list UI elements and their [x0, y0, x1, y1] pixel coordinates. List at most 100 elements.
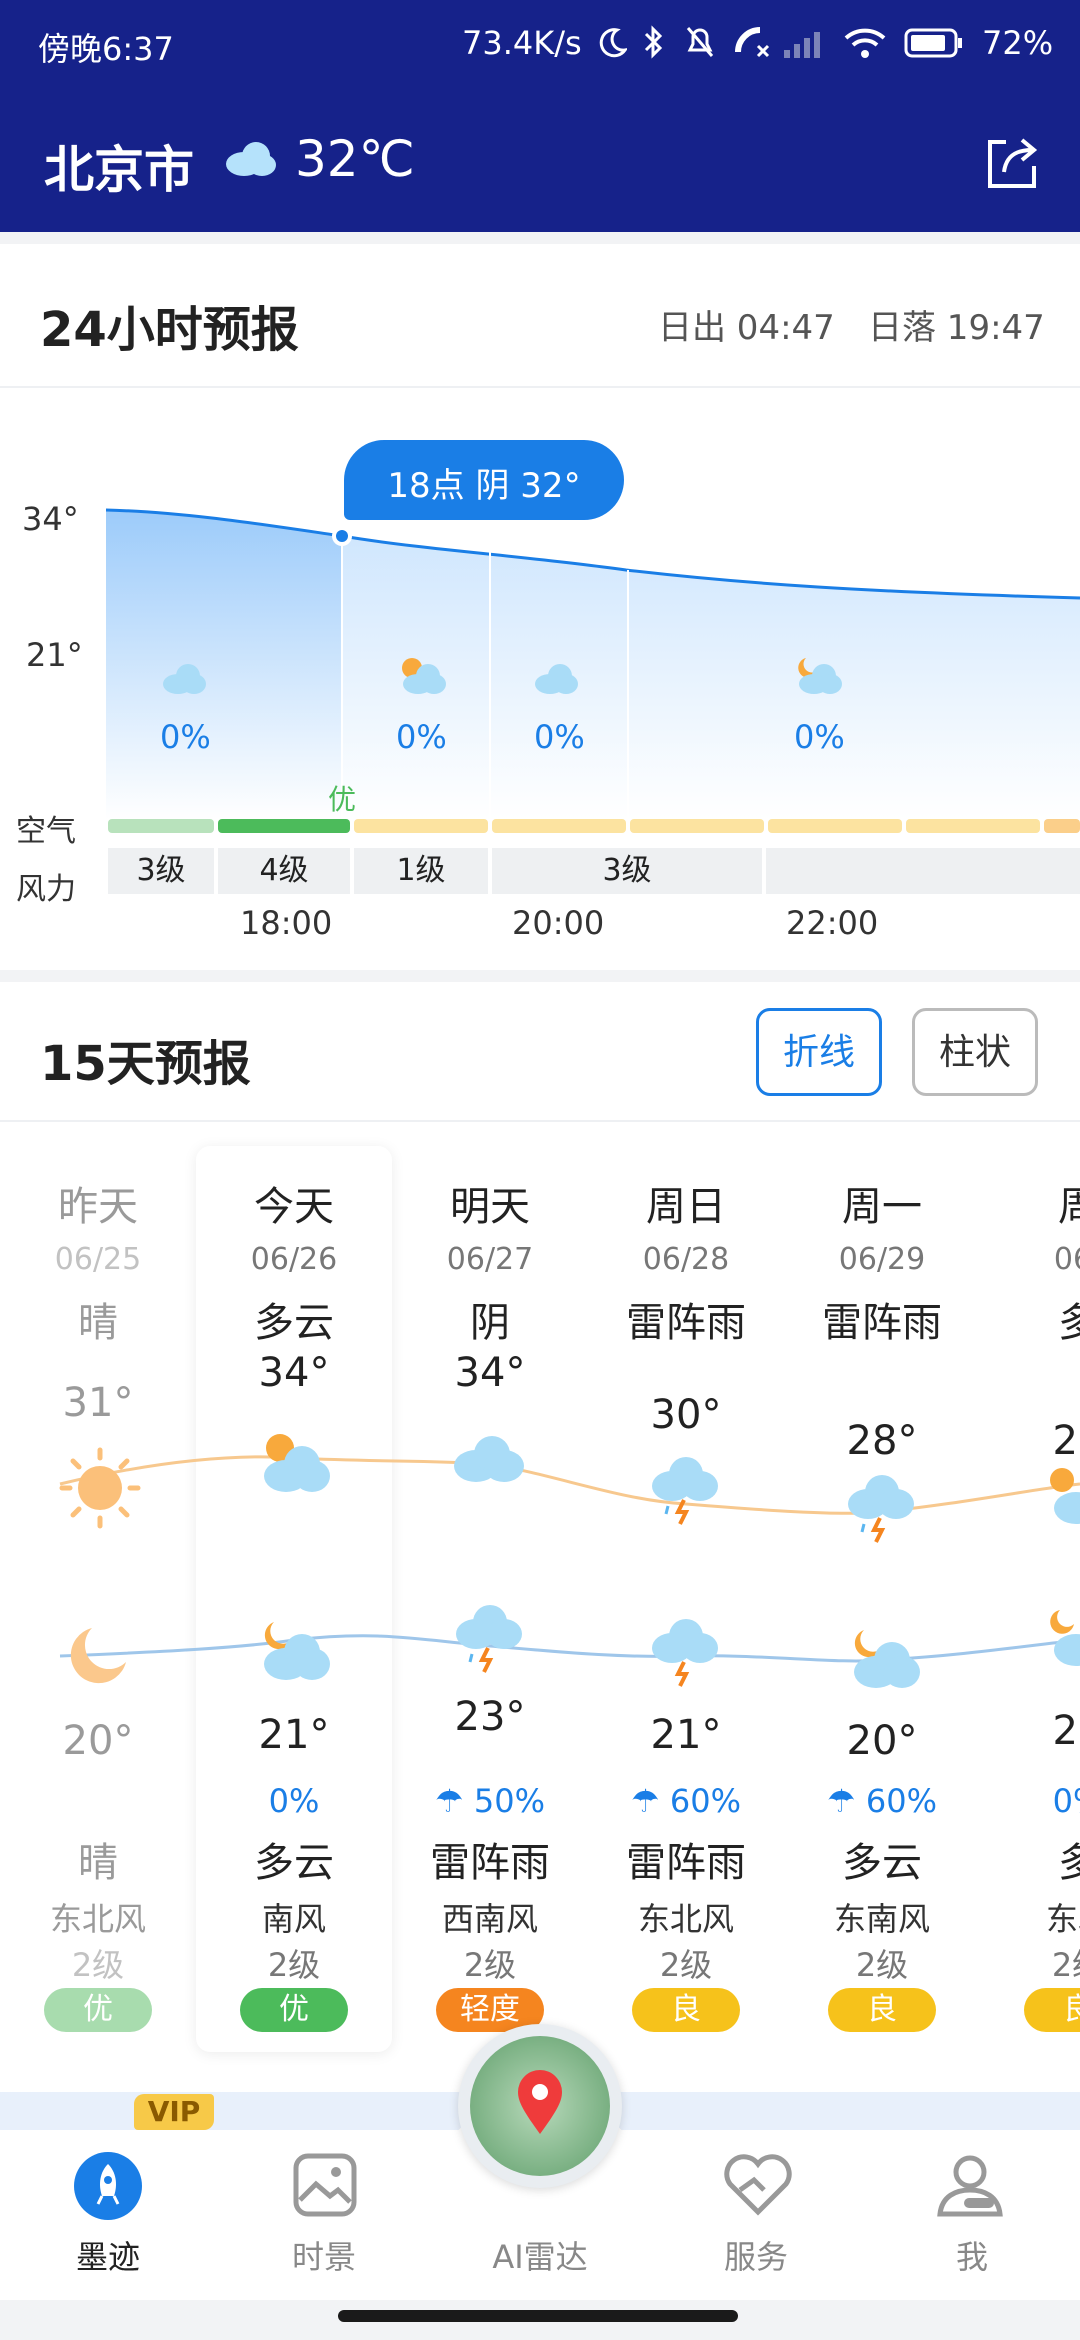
umbrella-icon: ☂: [435, 1782, 474, 1820]
line-view-toggle[interactable]: 折线: [756, 1008, 882, 1096]
day-name: 昨天: [58, 1184, 138, 1230]
day-name: 周日: [646, 1184, 726, 1230]
night-condition: 多云: [254, 1840, 334, 1886]
share-icon[interactable]: [984, 132, 1040, 192]
precip-chance: 0%: [980, 1782, 1080, 1820]
heart-service-icon[interactable]: [720, 2150, 796, 2220]
vip-badge[interactable]: VIP: [134, 2094, 214, 2130]
aqi-bar: [906, 819, 1040, 833]
umbrella-icon: ☂: [827, 1782, 866, 1820]
precip-chance: ☂ 60%: [588, 1782, 784, 1820]
day-date: 06/28: [642, 1242, 730, 1277]
high-temp: 34°: [258, 1350, 330, 1396]
aqi-bar: [1044, 819, 1080, 833]
thunderstorm-icon: [652, 1619, 718, 1687]
aqi-badge[interactable]: 优: [240, 1988, 348, 2032]
hour-precip: 0%: [794, 718, 845, 756]
ai-radar-button[interactable]: [458, 2024, 622, 2188]
aqi-badge[interactable]: 优: [44, 1988, 152, 2032]
call-icon: [735, 27, 770, 58]
sun-icon: [59, 1447, 141, 1529]
sunset-time: 日落 19:47: [868, 308, 1045, 348]
status-battery: 72%: [982, 24, 1054, 62]
partly-cloudy-night-icon: [1050, 1610, 1080, 1666]
air-label: 空气: [16, 814, 76, 849]
wind-level-cell: 3级: [108, 848, 214, 894]
status-net-speed: 73.4K/s: [462, 24, 582, 62]
wind-level-cell: [766, 848, 1080, 894]
user-icon[interactable]: [934, 2150, 1006, 2222]
day-name: 明天: [450, 1184, 530, 1230]
wind-direction: 东北风: [49, 1900, 146, 1938]
cloud-icon: [163, 664, 206, 694]
wind-direction: 南风: [261, 1900, 326, 1938]
status-time: 傍晚6:37: [38, 30, 174, 68]
aqi-bar: [108, 819, 214, 833]
hour-precip: 0%: [160, 718, 211, 756]
signal-icon: [784, 32, 820, 58]
aqi-badge[interactable]: 良: [828, 1988, 936, 2032]
day-condition: 晴: [78, 1300, 118, 1346]
divider: [0, 1120, 1080, 1122]
precip-value: 50%: [473, 1782, 545, 1820]
day-name: 周: [1058, 1184, 1080, 1230]
nav-label-scenes[interactable]: 时景: [254, 2232, 394, 2278]
divider: [0, 386, 1080, 388]
hour-precip: 0%: [396, 718, 447, 756]
nav-label-ai-radar[interactable]: AI雷达: [470, 2232, 610, 2278]
moon-icon: [70, 1628, 126, 1684]
hour-precip: 0%: [534, 718, 585, 756]
wind-level: 2级: [659, 1946, 713, 1984]
aqi-badge[interactable]: 良: [1024, 1988, 1080, 2032]
aqi-badge[interactable]: 良: [632, 1988, 740, 2032]
cloud-icon: [535, 664, 578, 694]
day-name: 今天: [254, 1184, 334, 1230]
wind-level: 2级: [71, 1946, 125, 1984]
precip-chance: ☂ 60%: [784, 1782, 980, 1820]
app-header: 傍晚6:37 73.4K/s 72% 北京市 32℃: [0, 0, 1080, 232]
nav-label-me[interactable]: 我: [902, 2232, 1042, 2278]
city-name[interactable]: 北京市: [44, 130, 194, 202]
dnd-moon-icon: [599, 28, 627, 58]
hour-tick: 22:00: [786, 904, 879, 942]
partly-cloudy-night-icon: [854, 1630, 920, 1688]
thunderstorm-icon: [456, 1605, 522, 1673]
wind-level: 2级: [463, 1946, 517, 1984]
wind-level-cell: 4级: [218, 848, 350, 894]
cloud-icon: [454, 1436, 524, 1482]
precip-value: 60%: [669, 1782, 741, 1820]
night-condition: 雷阵雨: [626, 1840, 746, 1886]
day-condition: 阴: [470, 1300, 510, 1346]
wind-level: 2级: [267, 1946, 321, 1984]
hourly-title: 24小时预报: [40, 302, 299, 358]
precip-chance: 0%: [196, 1782, 392, 1820]
home-indicator[interactable]: [338, 2310, 738, 2322]
rocket-icon[interactable]: [72, 2150, 144, 2222]
photo-icon[interactable]: [290, 2150, 360, 2220]
mute-bell-icon: [686, 27, 714, 57]
partly-cloudy-icon: [402, 658, 446, 694]
nav-label-service[interactable]: 服务: [686, 2232, 826, 2278]
current-temp: 32℃: [295, 130, 415, 188]
partly-cloudy-icon: [264, 1434, 330, 1492]
day-condition: 多: [1058, 1300, 1080, 1346]
precip-value: 0%: [1052, 1782, 1080, 1820]
hourly-temp-chart: [106, 508, 1080, 820]
y-max-label: 34°: [22, 500, 79, 538]
wind-direction: 东北: [1045, 1900, 1080, 1938]
y-min-label: 21°: [26, 636, 83, 674]
wind-level-cell: 3级: [492, 848, 762, 894]
nav-label-moji[interactable]: 墨迹: [38, 2232, 178, 2278]
precip-value: 0%: [268, 1782, 320, 1820]
aqi-bar: [492, 819, 626, 833]
bar-view-toggle[interactable]: 柱状: [912, 1008, 1038, 1096]
thunderstorm-icon: [652, 1457, 718, 1525]
day-date: 06/29: [838, 1242, 926, 1277]
wind-direction: 东南风: [833, 1900, 930, 1938]
battery-icon: [904, 28, 962, 58]
night-condition: 雷阵雨: [430, 1840, 550, 1886]
hour-tick: 18:00: [240, 904, 333, 942]
aqi-bar: [218, 819, 350, 833]
day-date: 06/27: [446, 1242, 534, 1277]
day-condition: 雷阵雨: [626, 1300, 746, 1346]
